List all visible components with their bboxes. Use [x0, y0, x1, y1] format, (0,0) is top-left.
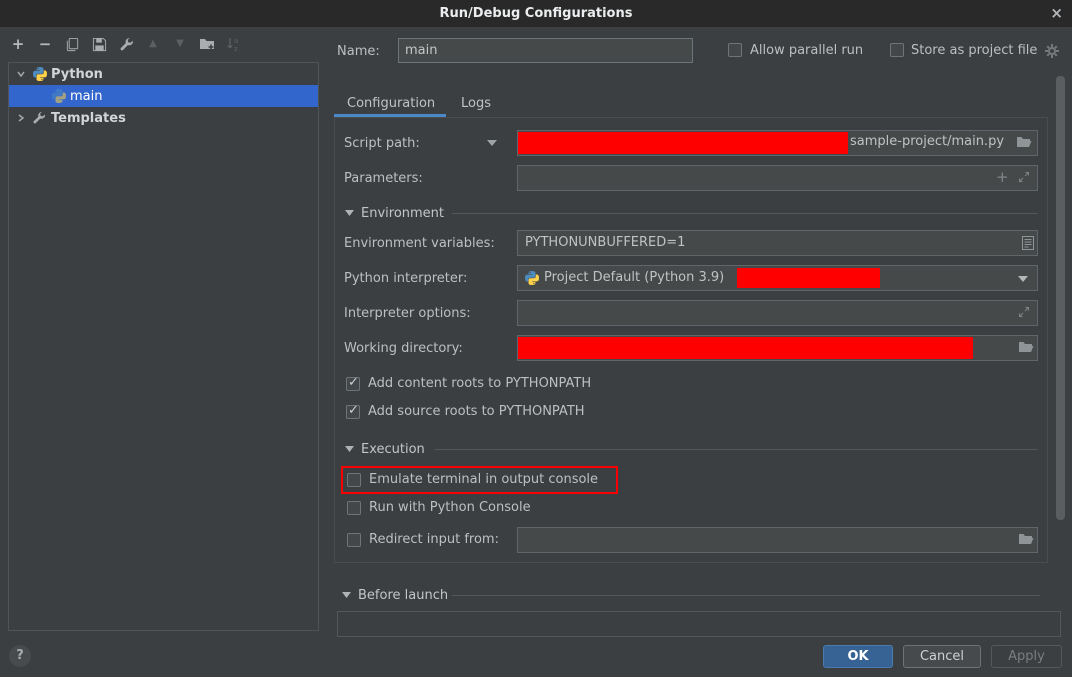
tree-item-python[interactable]: Python	[9, 63, 318, 85]
tree-item-label: Python	[51, 67, 103, 82]
new-folder-button[interactable]	[199, 36, 215, 52]
store-as-project-file-checkbox[interactable]	[890, 43, 904, 57]
cancel-button[interactable]: Cancel	[903, 645, 981, 668]
redirect-input-field[interactable]	[517, 527, 1038, 553]
section-divider	[435, 449, 1038, 450]
up-arrow-icon: ▲	[149, 36, 157, 52]
add-content-roots-checkbox[interactable]: ✓	[346, 377, 360, 391]
before-launch-section-header[interactable]: Before launch	[358, 588, 448, 603]
collapse-section-icon[interactable]	[345, 446, 354, 452]
python-interpreter-label: Python interpreter:	[344, 271, 467, 286]
copy-configuration-button[interactable]	[64, 36, 80, 52]
down-arrow-icon: ▼	[176, 36, 184, 52]
add-content-roots-label[interactable]: Add content roots to PYTHONPATH	[368, 376, 591, 391]
move-down-button[interactable]: ▼	[172, 36, 188, 52]
script-path-dropdown-icon[interactable]	[487, 140, 497, 146]
svg-text:z: z	[234, 45, 238, 52]
script-path-label: Script path:	[344, 136, 420, 151]
plus-icon: +	[12, 36, 25, 52]
parameters-field[interactable]	[517, 165, 1038, 191]
run-python-console-checkbox[interactable]	[347, 501, 361, 515]
chevron-right-icon[interactable]	[16, 113, 26, 123]
execution-section-header[interactable]: Execution	[361, 442, 425, 457]
store-as-project-file-label[interactable]: Store as project file	[911, 43, 1037, 58]
emulate-terminal-label[interactable]: Emulate terminal in output console	[369, 472, 598, 487]
interpreter-options-label: Interpreter options:	[344, 306, 471, 321]
configurations-toolbar: + − ▲ ▼ az	[10, 36, 242, 52]
redaction-overlay	[518, 132, 848, 154]
ok-button[interactable]: OK	[823, 645, 893, 668]
expand-field-icon[interactable]	[1018, 306, 1030, 318]
save-icon	[92, 37, 107, 52]
interpreter-options-field[interactable]	[517, 300, 1038, 326]
tree-item-templates[interactable]: Templates	[9, 107, 318, 129]
python-icon	[51, 88, 67, 104]
environment-section-header[interactable]: Environment	[361, 206, 444, 221]
redaction-overlay	[518, 337, 973, 359]
wrench-icon	[119, 37, 134, 52]
remove-configuration-button[interactable]: −	[37, 36, 53, 52]
python-interpreter-value: Project Default (Python 3.9)	[544, 270, 724, 285]
tree-item-label: Templates	[51, 111, 126, 126]
section-divider	[452, 595, 1040, 596]
configurations-tree: Python main Templates	[8, 62, 319, 631]
edit-variables-icon[interactable]	[1022, 236, 1034, 250]
copy-icon	[65, 37, 80, 52]
script-path-value: sample-project/main.py	[850, 134, 1004, 149]
folder-icon[interactable]	[1018, 340, 1034, 354]
tree-item-main[interactable]: main	[9, 85, 318, 107]
expand-field-icon[interactable]	[1018, 171, 1030, 183]
add-source-roots-checkbox[interactable]: ✓	[346, 405, 360, 419]
python-icon	[32, 66, 48, 82]
chevron-down-icon[interactable]	[1018, 276, 1028, 282]
name-input[interactable]	[398, 38, 693, 63]
emulate-terminal-checkbox[interactable]	[347, 473, 361, 487]
svg-text:a: a	[234, 37, 238, 45]
folder-icon[interactable]	[1016, 135, 1032, 149]
save-configuration-button[interactable]	[91, 36, 107, 52]
add-configuration-button[interactable]: +	[10, 36, 26, 52]
tab-configuration[interactable]: Configuration	[347, 96, 435, 111]
redirect-input-label[interactable]: Redirect input from:	[369, 532, 499, 547]
add-macro-icon[interactable]: +	[996, 168, 1009, 186]
apply-button[interactable]: Apply	[991, 645, 1062, 668]
section-divider	[452, 213, 1038, 214]
collapse-section-icon[interactable]	[342, 592, 351, 598]
working-directory-label: Working directory:	[344, 341, 463, 356]
edit-templates-button[interactable]	[118, 36, 134, 52]
dialog-title: Run/Debug Configurations	[440, 6, 633, 21]
folder-icon[interactable]	[1018, 532, 1034, 546]
allow-parallel-run-label[interactable]: Allow parallel run	[750, 43, 863, 58]
collapse-section-icon[interactable]	[345, 210, 354, 216]
python-icon	[524, 270, 540, 286]
allow-parallel-run-checkbox[interactable]	[728, 43, 742, 57]
add-source-roots-label[interactable]: Add source roots to PYTHONPATH	[368, 404, 585, 419]
gear-icon[interactable]	[1045, 44, 1059, 58]
dialog-titlebar: Run/Debug Configurations ×	[0, 0, 1072, 27]
sort-configurations-button[interactable]: az	[226, 36, 242, 52]
tree-item-label: main	[70, 89, 102, 104]
tab-logs[interactable]: Logs	[461, 96, 491, 111]
name-label: Name:	[337, 44, 380, 59]
environment-variables-label: Environment variables:	[344, 236, 495, 251]
check-icon: ✓	[348, 375, 359, 390]
minus-icon: −	[39, 36, 52, 52]
new-folder-icon	[199, 36, 215, 52]
redirect-input-checkbox[interactable]	[347, 533, 361, 547]
move-up-button[interactable]: ▲	[145, 36, 161, 52]
before-launch-list[interactable]	[337, 611, 1061, 637]
wrench-icon	[32, 110, 48, 126]
help-button[interactable]: ?	[9, 645, 31, 667]
environment-variables-value: PYTHONUNBUFFERED=1	[525, 235, 685, 250]
chevron-down-icon[interactable]	[16, 69, 26, 79]
vertical-scrollbar[interactable]	[1056, 76, 1065, 520]
environment-variables-field[interactable]: PYTHONUNBUFFERED=1	[517, 230, 1038, 256]
check-icon: ✓	[348, 403, 359, 418]
close-icon[interactable]: ×	[1050, 4, 1063, 22]
run-python-console-label[interactable]: Run with Python Console	[369, 500, 531, 515]
parameters-label: Parameters:	[344, 171, 423, 186]
redaction-overlay	[737, 268, 880, 288]
question-mark-icon: ?	[16, 648, 24, 663]
sort-az-icon: az	[226, 36, 242, 52]
